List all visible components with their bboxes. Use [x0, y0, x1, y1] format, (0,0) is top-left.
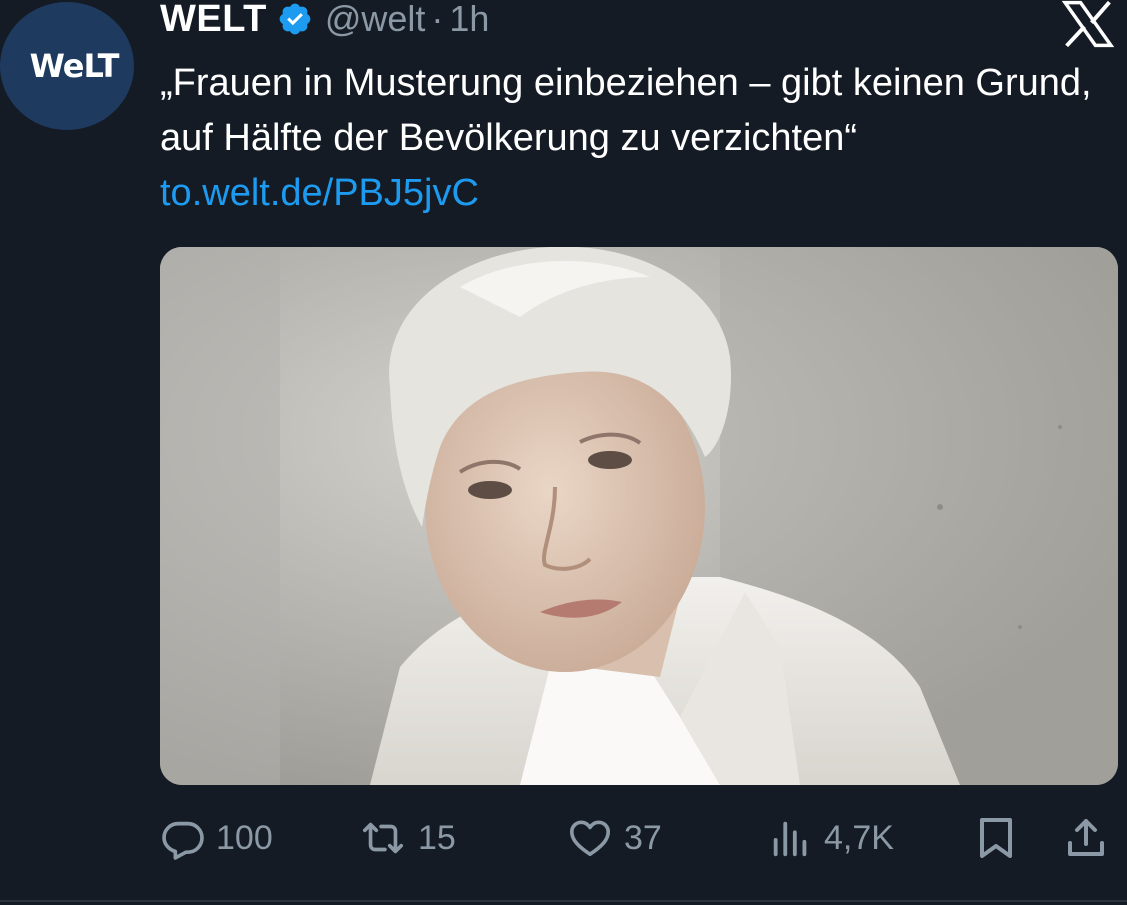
tweet-link[interactable]: to.welt.de/PBJ5jvC — [160, 172, 479, 214]
action-bar: 100 15 37 4,7K — [160, 808, 1118, 868]
repost-count: 15 — [418, 818, 456, 857]
views-icon — [768, 815, 814, 861]
avatar[interactable]: WeLT — [0, 2, 134, 130]
reply-button[interactable]: 100 — [160, 808, 273, 868]
x-logo-icon — [1061, 0, 1115, 48]
verified-badge-icon — [277, 1, 313, 37]
views-count: 4,7K — [824, 818, 894, 857]
separator-dot: · — [431, 0, 444, 39]
tweet-card[interactable]: WeLT WELT @welt · 1h „Frauen in Musterun… — [0, 0, 1127, 905]
reply-icon — [160, 815, 206, 861]
like-count: 37 — [624, 818, 662, 857]
bookmark-icon — [972, 814, 1020, 862]
account-name[interactable]: WELT — [160, 0, 267, 41]
tweet-text: „Frauen in Musterung einbeziehen – gibt … — [160, 56, 1110, 221]
share-button[interactable] — [1062, 808, 1110, 868]
repost-button[interactable]: 15 — [358, 808, 456, 868]
share-icon — [1062, 814, 1110, 862]
tweet-text-content: „Frauen in Musterung einbeziehen – gibt … — [160, 62, 1092, 159]
post-time[interactable]: 1h — [449, 0, 489, 40]
repost-icon — [358, 815, 408, 861]
tweet-header: WELT @welt · 1h — [160, 0, 489, 44]
views-button[interactable]: 4,7K — [768, 808, 894, 868]
divider — [0, 900, 1127, 902]
like-button[interactable]: 37 — [566, 808, 662, 868]
portrait-photo — [160, 247, 1118, 785]
tweet-photo[interactable] — [160, 247, 1118, 785]
account-handle[interactable]: @welt — [325, 0, 426, 40]
reply-count: 100 — [216, 818, 273, 857]
avatar-logo-text: WeLT — [29, 47, 120, 85]
bookmark-button[interactable] — [972, 808, 1020, 868]
heart-icon — [566, 815, 614, 861]
